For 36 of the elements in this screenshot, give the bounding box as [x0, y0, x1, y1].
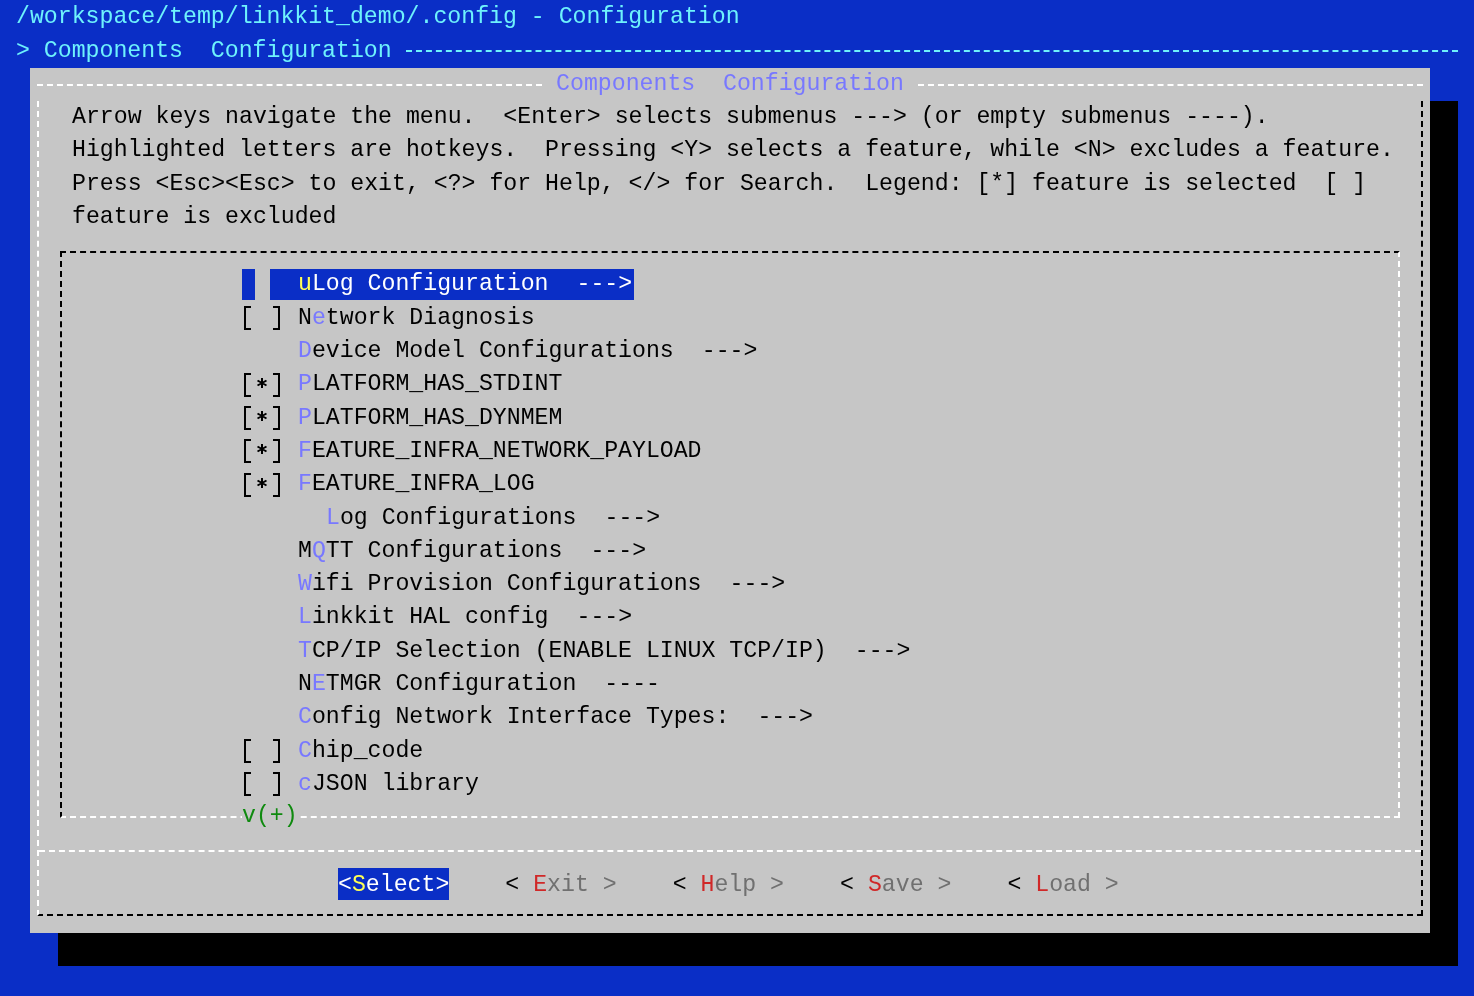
menu-button[interactable]: < Load > — [1007, 867, 1119, 900]
help-text: Press <Esc><Esc> to exit, <?> for Help, </> for Search. Legend: [*] feature is selected [ ] — [72, 169, 1368, 199]
checkbox[interactable] — [242, 406, 282, 430]
menu-item[interactable]: MQTT Configurations ---> — [298, 535, 647, 567]
cursor-block — [242, 269, 255, 301]
menu-item[interactable]: Wifi Provision Configurations ---> — [298, 569, 786, 600]
window-title: /workspace/temp/linkkit_demo/.config - Configuration — [16, 2, 740, 32]
menu-item[interactable]: FEATURE_INFRA_LOG — [298, 469, 535, 501]
menu-item[interactable]: FEATURE_INFRA_NETWORK_PAYLOAD — [298, 435, 702, 467]
menu-item[interactable]: Network Diagnosis — [298, 302, 535, 334]
menu-item[interactable]: Config Network Interface Types: ---> — [298, 702, 814, 734]
checkbox[interactable] — [242, 306, 282, 331]
checkbox[interactable] — [242, 372, 282, 397]
menu-item[interactable]: Device Model Configurations ---> — [298, 335, 758, 367]
checkbox[interactable] — [242, 472, 282, 497]
checkbox[interactable] — [242, 772, 282, 797]
menu-item[interactable]: uLog Configuration ---> — [270, 269, 635, 301]
help-text: Highlighted letters are hotkeys. Pressing <Y> selects a feature, while <N> excludes a feature. — [72, 136, 1395, 166]
checkbox[interactable] — [242, 439, 282, 464]
menu-item[interactable]: NETMGR Configuration ---- — [298, 668, 660, 700]
breadcrumb: > Components Configuration — [16, 36, 392, 66]
help-text: Arrow keys navigate the menu. <Enter> selects submenus ---> (or empty submenus ----). — [72, 103, 1270, 132]
dialog-title: Components Configuration — [556, 70, 904, 100]
menu-item[interactable]: Chip_code — [298, 735, 424, 767]
checkbox[interactable] — [242, 739, 282, 763]
menu-item[interactable]: Linkkit HAL config ---> — [298, 602, 633, 634]
menu-item[interactable]: Log Configurations ---> — [298, 502, 661, 534]
menu-item[interactable]: PLATFORM_HAS_STDINT — [298, 369, 563, 401]
menu-button[interactable]: <Select> — [338, 867, 450, 900]
menu-item[interactable]: TCP/IP Selection (ENABLE LINUX TCP/IP) ---> — [298, 635, 911, 667]
menu-item[interactable]: cJSON library — [298, 768, 479, 800]
menu-item[interactable]: PLATFORM_HAS_DYNMEM — [298, 402, 563, 434]
menu-button[interactable]: < Save > — [840, 867, 952, 900]
help-text: feature is excluded — [72, 202, 338, 232]
menu-button[interactable]: < Help > — [672, 867, 785, 900]
menu-button[interactable]: < Exit > — [505, 867, 617, 900]
